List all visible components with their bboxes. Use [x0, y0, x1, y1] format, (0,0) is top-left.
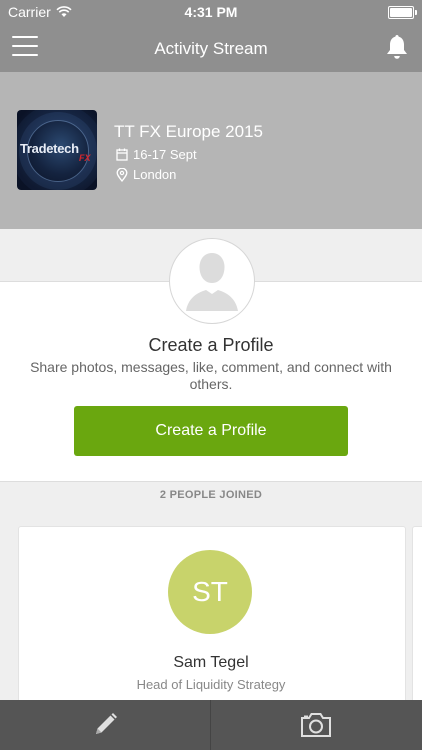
camera-button[interactable] — [211, 700, 421, 750]
create-profile-button[interactable]: Create a Profile — [74, 406, 348, 456]
status-time: 4:31 PM — [184, 4, 238, 20]
people-joined-label: 2 PEOPLE JOINED — [159, 489, 263, 501]
header: Carrier 4:31 PM Activity Stream — [0, 0, 422, 72]
page-title: Activity Stream — [154, 39, 268, 58]
thumbnail-logo-text: Tradetech — [20, 141, 79, 156]
next-person-card-peek[interactable] — [412, 526, 422, 728]
camera-icon — [301, 713, 331, 737]
bell-icon[interactable] — [384, 33, 410, 61]
profile-description: Share photos, messages, like, comment, a… — [30, 359, 392, 392]
bottom-toolbar — [0, 700, 422, 750]
calendar-icon — [116, 148, 128, 161]
location-pin-icon — [116, 167, 128, 182]
person-name: Sam Tegel — [173, 654, 249, 671]
compose-button[interactable] — [0, 700, 210, 750]
event-location: London — [133, 167, 177, 182]
person-title: Head of Liquidity Strategy — [136, 677, 286, 692]
thumbnail-badge: FX — [79, 153, 91, 163]
event-thumbnail: Tradetech FX — [17, 110, 97, 190]
person-initials-avatar: ST — [168, 550, 252, 634]
event-date-row: 16-17 Sept — [116, 147, 197, 162]
pencil-icon — [96, 713, 117, 734]
event-dates: 16-17 Sept — [133, 147, 197, 162]
event-location-row: London — [116, 167, 176, 182]
avatar-placeholder-icon — [169, 238, 255, 324]
event-name: TT FX Europe 2015 — [114, 122, 263, 141]
battery-icon — [388, 6, 417, 19]
status-bar: Carrier 4:31 PM — [0, 0, 422, 24]
event-banner[interactable]: Tradetech FX TT FX Europe 2015 16-17 Sep… — [0, 72, 422, 229]
profile-title: Create a Profile — [148, 335, 274, 355]
